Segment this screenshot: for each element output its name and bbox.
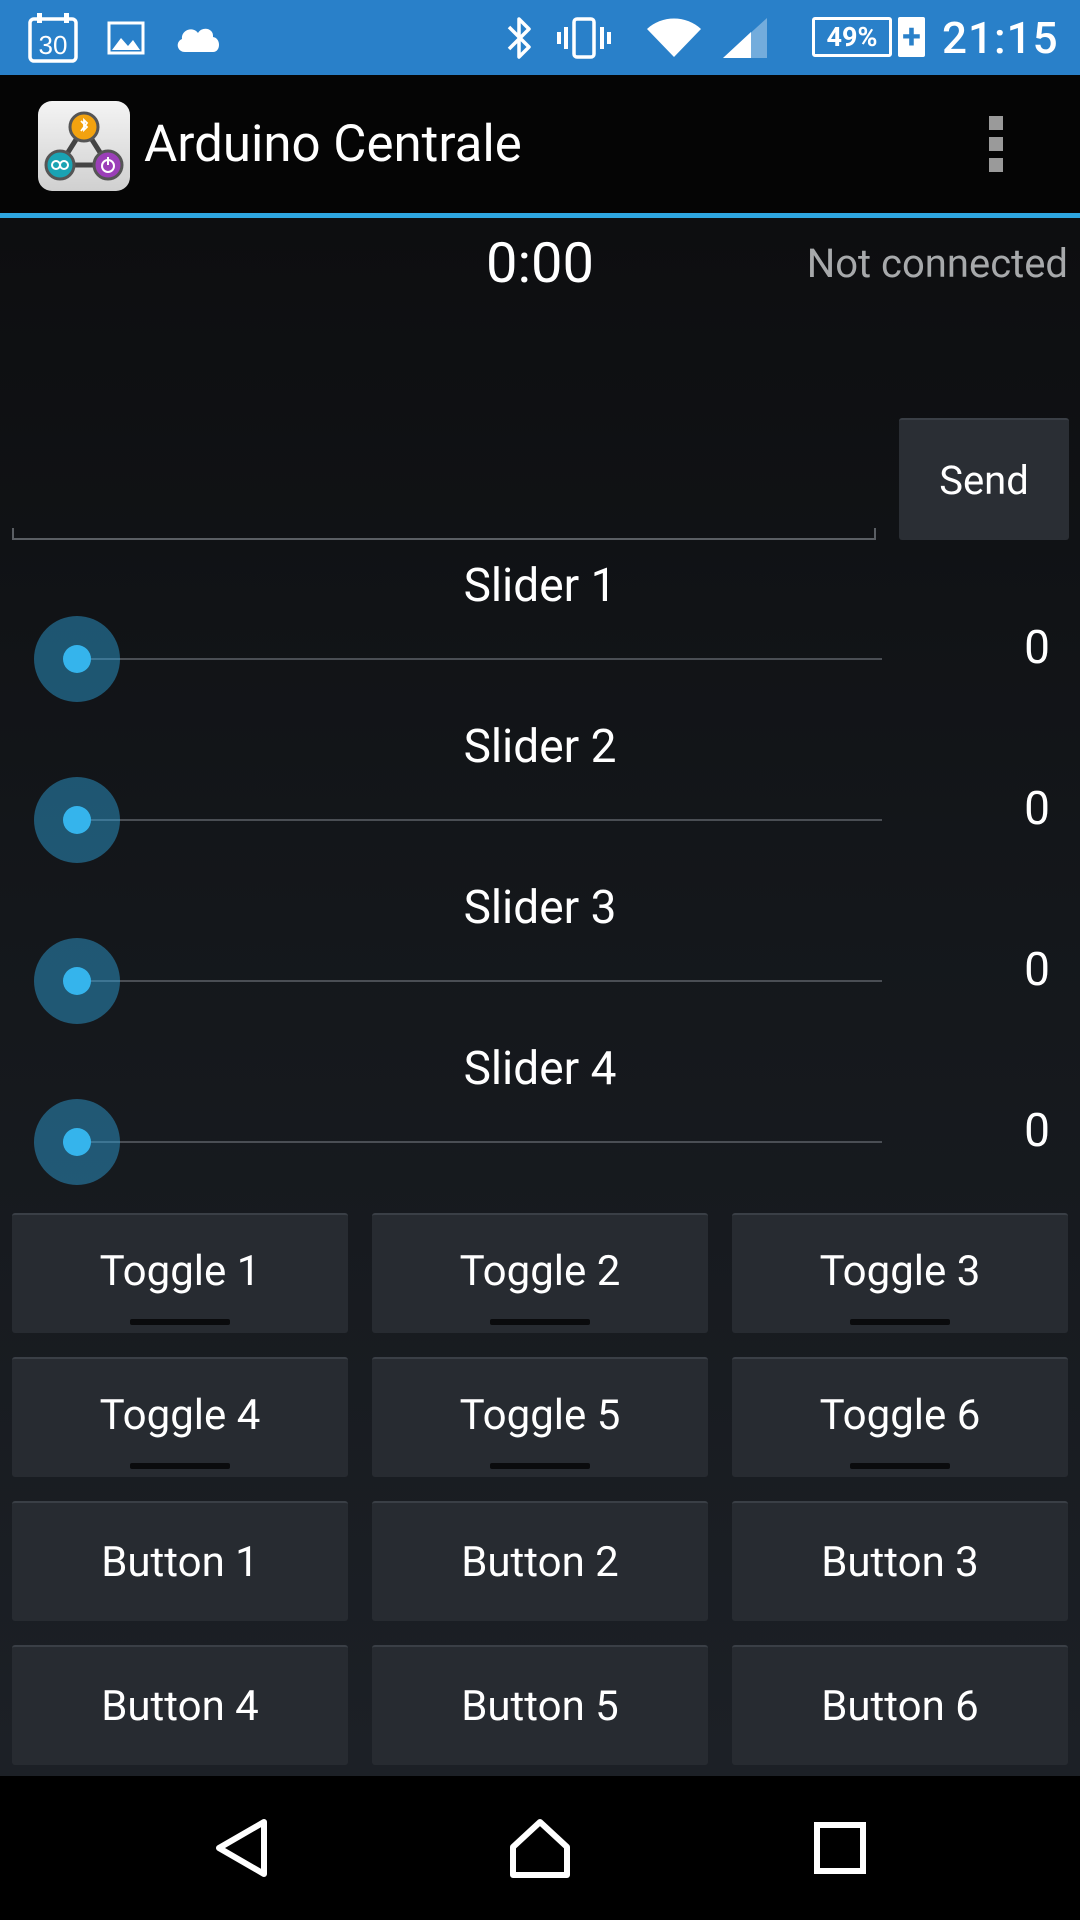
toggle-3-button[interactable]: Toggle 3: [732, 1213, 1068, 1333]
cell-signal-icon: [720, 0, 770, 75]
toggle-indicator: [850, 1319, 950, 1325]
recents-icon[interactable]: [770, 1776, 910, 1920]
button-2[interactable]: Button 2: [372, 1501, 708, 1621]
slider-value: 0: [1024, 782, 1050, 836]
navigation-bar: [0, 1776, 1080, 1920]
button-label: Button 1: [101, 1537, 259, 1587]
toggle-indicator: [490, 1319, 590, 1325]
charging-icon: +: [898, 17, 925, 57]
vibrate-icon: [554, 0, 614, 75]
slider-label: Slider 1: [463, 559, 617, 613]
slider-track[interactable]: [77, 658, 882, 660]
slider-label: Slider 4: [463, 1042, 617, 1096]
button-4[interactable]: Button 4: [12, 1645, 348, 1765]
button-5[interactable]: Button 5: [372, 1645, 708, 1765]
bluetooth-icon: [500, 0, 540, 75]
overflow-menu-icon[interactable]: [972, 105, 1020, 183]
toggle-indicator: [850, 1463, 950, 1469]
cloud-icon: [172, 0, 224, 75]
button-label: Button 3: [821, 1537, 979, 1587]
toggle-label: Toggle 6: [819, 1390, 981, 1440]
battery-icon: 49%: [812, 17, 892, 57]
battery-percent: 49%: [826, 21, 878, 53]
slider-thumb[interactable]: [34, 938, 120, 1024]
slider-2: Slider 2 0: [0, 717, 1080, 878]
slider-track[interactable]: [77, 1141, 882, 1143]
button-label: Button 5: [461, 1681, 619, 1731]
back-icon[interactable]: [172, 1776, 312, 1920]
toggle-label: Toggle 5: [459, 1390, 621, 1440]
toggle-indicator: [130, 1463, 230, 1469]
slider-thumb[interactable]: [34, 777, 120, 863]
slider-track[interactable]: [77, 980, 882, 982]
toggle-label: Toggle 1: [99, 1246, 261, 1296]
slider-label: Slider 3: [463, 881, 617, 935]
image-icon: [104, 0, 148, 75]
slider-thumb[interactable]: [34, 616, 120, 702]
status-bar: 30 49% + 21:15: [0, 0, 1080, 75]
toggle-4-button[interactable]: Toggle 4: [12, 1357, 348, 1477]
button-6[interactable]: Button 6: [732, 1645, 1068, 1765]
slider-label: Slider 2: [463, 720, 617, 774]
app-logo-icon: [38, 101, 130, 191]
slider-4: Slider 4 0: [0, 1039, 1080, 1200]
wifi-icon: [644, 0, 704, 75]
message-input[interactable]: [12, 528, 876, 540]
toggle-6-button[interactable]: Toggle 6: [732, 1357, 1068, 1477]
slider-track[interactable]: [77, 819, 882, 821]
slider-3: Slider 3 0: [0, 878, 1080, 1039]
home-icon[interactable]: [470, 1776, 610, 1920]
slider-thumb[interactable]: [34, 1099, 120, 1185]
toggle-2-button[interactable]: Toggle 2: [372, 1213, 708, 1333]
slider-1: Slider 1 0: [0, 556, 1080, 717]
send-button[interactable]: Send: [899, 418, 1069, 540]
clock: 21:15: [942, 11, 1059, 64]
connection-status: Not connected: [806, 239, 1068, 287]
slider-value: 0: [1024, 1104, 1050, 1158]
app-title: Arduino Centrale: [144, 114, 522, 174]
button-label: Button 2: [461, 1537, 619, 1587]
svg-text:30: 30: [39, 30, 68, 60]
slider-value: 0: [1024, 943, 1050, 997]
toggle-indicator: [490, 1463, 590, 1469]
toggle-label: Toggle 4: [99, 1390, 261, 1440]
toggle-indicator: [130, 1319, 230, 1325]
button-1[interactable]: Button 1: [12, 1501, 348, 1621]
action-bar: Arduino Centrale: [0, 75, 1080, 213]
slider-value: 0: [1024, 621, 1050, 675]
calendar-icon: 30: [24, 0, 82, 75]
toggle-label: Toggle 2: [459, 1246, 621, 1296]
timer: 0:00: [486, 230, 594, 296]
button-label: Button 6: [821, 1681, 979, 1731]
button-label: Button 4: [101, 1681, 259, 1731]
main-content: 0:00 Not connected Send Slider 1 0 Slide…: [0, 218, 1080, 1776]
button-3[interactable]: Button 3: [732, 1501, 1068, 1621]
toggle-5-button[interactable]: Toggle 5: [372, 1357, 708, 1477]
toggle-label: Toggle 3: [819, 1246, 981, 1296]
toggle-1-button[interactable]: Toggle 1: [12, 1213, 348, 1333]
